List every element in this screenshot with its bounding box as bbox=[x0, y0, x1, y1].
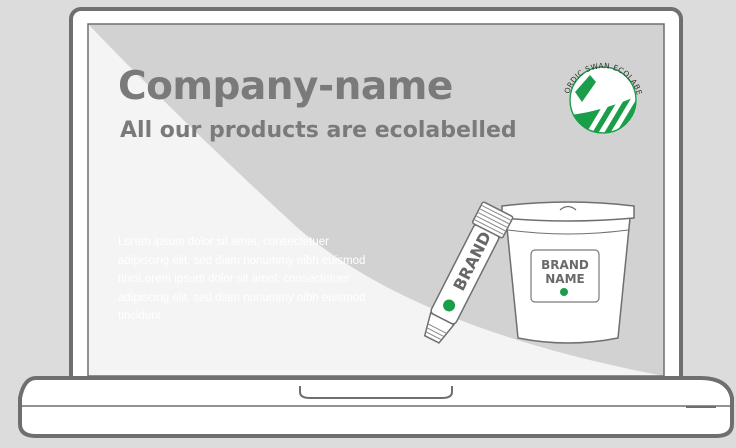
bucket-label-line1: BRAND bbox=[541, 258, 589, 272]
ecolabel-subheadline: All our products are ecolabelled bbox=[120, 118, 517, 143]
bucket-ecolabel-icon bbox=[560, 288, 568, 296]
laptop-scene: NORDIC SWAN ECOLABEL BRAND NAME bbox=[0, 0, 736, 443]
bucket-label-line2: NAME bbox=[545, 272, 584, 286]
paint-bucket: BRAND NAME bbox=[501, 201, 635, 344]
company-headline: Company-name bbox=[118, 64, 453, 109]
laptop-base bbox=[18, 376, 734, 438]
body-paragraph: Lorem ipsum dolor sit amet, consectetuer… bbox=[118, 236, 366, 323]
